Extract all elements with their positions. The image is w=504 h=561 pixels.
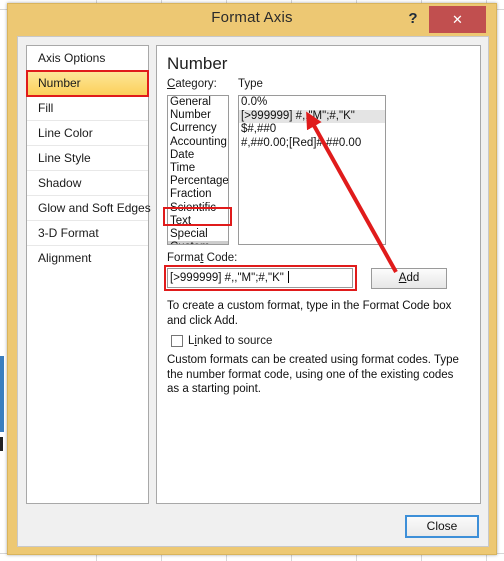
category-item-text[interactable]: Text	[168, 215, 228, 228]
category-item-custom[interactable]: Custom	[168, 241, 228, 244]
sidebar-item-label: 3-D Format	[38, 226, 99, 240]
text-caret	[287, 271, 289, 283]
lists-row: Category: Type General Number Currency A…	[163, 78, 471, 250]
type-item-custom-mk[interactable]: [>999999] #,,"M";#,"K"	[239, 109, 385, 123]
sidebar-item-axis-options[interactable]: Axis Options	[27, 46, 148, 71]
type-label: Type	[238, 78, 263, 90]
format-code-label: Format Code:	[167, 252, 238, 264]
sidebar-item-label: Shadow	[38, 176, 82, 190]
dialog-titlebar[interactable]: Format Axis ? ✕	[8, 4, 496, 36]
type-item-currency[interactable]: $#,##0	[239, 123, 385, 137]
sidebar-item-number[interactable]: Number	[26, 70, 149, 97]
number-pane: Number Category: Type General Number Cur…	[156, 45, 481, 504]
format-code-value: [>999999] #,,"M";#,"K"	[170, 272, 284, 284]
help-icon[interactable]: ?	[403, 9, 423, 29]
sidebar-item-label: Number	[38, 76, 81, 90]
sidebar-item-glow-and-soft-edges[interactable]: Glow and Soft Edges	[27, 196, 151, 221]
close-icon[interactable]: ✕	[429, 6, 486, 33]
category-list[interactable]: General Number Currency Accounting Date …	[167, 95, 229, 245]
sidebar-item-label: Glow and Soft Edges	[38, 201, 151, 215]
close-button[interactable]: Close	[405, 515, 479, 538]
category-item-scientific[interactable]: Scientific	[168, 202, 228, 215]
sidebar-item-label: Line Style	[38, 151, 91, 165]
category-item-special[interactable]: Special	[168, 228, 228, 241]
sidebar-item-label: Line Color	[38, 126, 93, 140]
sidebar-item-label: Fill	[38, 101, 54, 115]
type-list[interactable]: 0.0% [>999999] #,,"M";#,"K" $#,##0 #,##0…	[238, 95, 386, 245]
sidebar-item-line-color[interactable]: Line Color	[27, 121, 148, 146]
pane-title: Number	[167, 54, 228, 73]
category-item-number[interactable]: Number	[168, 109, 228, 122]
sidebar-item-fill[interactable]: Fill	[27, 96, 148, 121]
format-code-input[interactable]: [>999999] #,,"M";#,"K"	[167, 268, 353, 288]
category-item-general[interactable]: General	[168, 96, 228, 109]
sidebar-item-label: Axis Options	[38, 51, 106, 65]
sidebar-item-line-style[interactable]: Line Style	[27, 146, 148, 171]
category-label: Category:	[167, 78, 217, 90]
type-item-percent[interactable]: 0.0%	[239, 96, 385, 110]
add-button[interactable]: Add	[371, 268, 447, 289]
category-item-fraction[interactable]: Fraction	[168, 188, 228, 201]
sidebar-item-3d-format[interactable]: 3-D Format	[27, 221, 148, 246]
sidebar-item-shadow[interactable]: Shadow	[27, 171, 148, 196]
dialog-nav-list: Axis Options Number Fill Line Color Line…	[26, 45, 151, 504]
category-item-currency[interactable]: Currency	[168, 122, 228, 135]
background-cell-marker	[0, 437, 3, 451]
dialog-body: Axis Options Number Fill Line Color Line…	[17, 36, 489, 547]
linked-to-source-label: Linked to source	[188, 335, 273, 347]
format-axis-dialog: Format Axis ? ✕ Axis Options Number Fill…	[7, 3, 497, 555]
category-item-accounting[interactable]: Accounting	[168, 136, 228, 149]
type-item-red-negative[interactable]: #,##0.00;[Red]#,##0.00	[239, 137, 385, 151]
linked-to-source-checkbox[interactable]: Linked to source	[171, 335, 471, 347]
sidebar-item-alignment[interactable]: Alignment	[27, 246, 148, 271]
background-chart-selection	[0, 356, 4, 432]
category-item-percentage[interactable]: Percentage	[168, 175, 228, 188]
format-code-row: [>999999] #,,"M";#,"K" Add	[164, 265, 471, 293]
instructions-line-2: Custom formats can be created using form…	[167, 354, 459, 395]
checkbox-box-icon[interactable]	[171, 335, 183, 347]
category-item-time[interactable]: Time	[168, 162, 228, 175]
category-item-date[interactable]: Date	[168, 149, 228, 162]
instructions-line-1: To create a custom format, type in the F…	[167, 300, 452, 327]
sidebar-item-label: Alignment	[38, 251, 92, 265]
